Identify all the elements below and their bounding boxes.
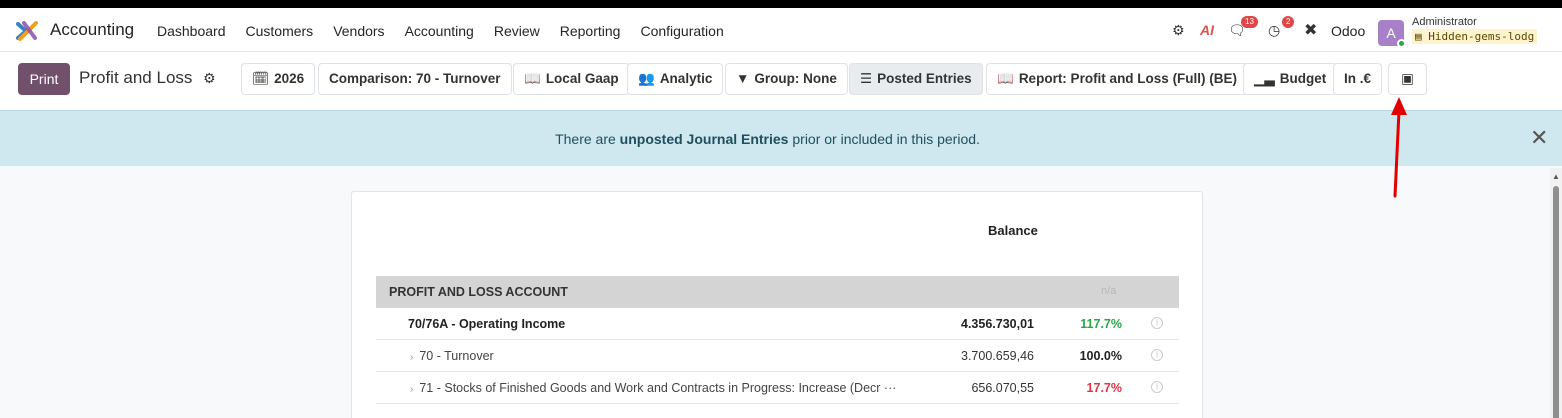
line-balance[interactable]: 656.070,55	[971, 381, 1034, 395]
currency-label: In .€	[1344, 71, 1372, 86]
ai-icon[interactable]: AI	[1200, 22, 1214, 38]
section-header-row[interactable]: PROFIT AND LOSS ACCOUNT n/a	[376, 276, 1179, 308]
screen-view-button[interactable]: ▣	[1388, 63, 1427, 95]
app-name[interactable]: Accounting	[50, 20, 134, 40]
date-filter-label: 2026	[274, 71, 305, 86]
budget-label: Budget	[1279, 71, 1327, 86]
expand-caret-icon[interactable]: ›	[410, 352, 413, 363]
alert-suffix: prior or included in this period.	[788, 131, 980, 147]
app-window: Accounting Dashboard Customers Vendors A…	[0, 8, 1562, 418]
line-name: 71 - Stocks of Finished Goods and Work a…	[419, 381, 897, 395]
line-percentage: 117.7%	[1080, 317, 1122, 331]
line-name: 70 - Turnover	[419, 349, 494, 363]
section-label: PROFIT AND LOSS ACCOUNT	[389, 285, 568, 299]
bar-chart-icon: ▁▃	[1254, 71, 1275, 86]
users-icon: 👥	[638, 71, 655, 86]
info-icon[interactable]: i	[1151, 381, 1163, 393]
company-switcher[interactable]: Odoo	[1331, 23, 1365, 39]
sliders-icon: ☰	[860, 71, 873, 86]
balance-column-header: Balance	[988, 223, 1038, 238]
scroll-up-arrow-icon[interactable]: ▲	[1552, 172, 1560, 181]
line-name-wrap: › 70 - Turnover	[410, 349, 494, 363]
line-percentage: 17.7%	[1086, 381, 1122, 395]
main-menu: Dashboard Customers Vendors Accounting R…	[157, 23, 744, 39]
page-title: Profit and Loss	[79, 68, 193, 87]
report-variant-label: Report: Profit and Loss (Full) (BE)	[1018, 71, 1238, 86]
unposted-entries-link[interactable]: unposted Journal Entries	[620, 131, 789, 147]
activities-clock-icon[interactable]: ◷	[1268, 22, 1280, 39]
line-balance[interactable]: 4.356.730,01	[961, 317, 1034, 331]
menu-item-review[interactable]: Review	[494, 23, 540, 39]
report-line[interactable]: › 71 - Stocks of Finished Goods and Work …	[376, 372, 1179, 404]
report-line-partial	[376, 404, 1179, 418]
menu-item-customers[interactable]: Customers	[246, 23, 314, 39]
control-panel: Print Profit and Loss ⚙ 🗓 2026 Comparison…	[0, 52, 1562, 110]
posted-entries-filter-button[interactable]: ☰ Posted Entries	[849, 63, 983, 95]
line-name-wrap: › 71 - Stocks of Finished Goods and Work …	[410, 381, 920, 395]
menu-item-accounting[interactable]: Accounting	[405, 23, 474, 39]
page-scrollbar[interactable]: ▲	[1550, 168, 1562, 418]
budget-button[interactable]: ▁▃ Budget	[1243, 63, 1338, 95]
expand-caret-icon[interactable]: ›	[410, 384, 413, 395]
analytic-filter-button[interactable]: 👥 Analytic	[627, 63, 724, 95]
scroll-thumb[interactable]	[1553, 186, 1559, 418]
activities-badge: 2	[1282, 16, 1295, 28]
info-icon[interactable]: i	[1151, 317, 1163, 329]
info-icon[interactable]: i	[1151, 349, 1163, 361]
funnel-icon: ▼	[736, 71, 750, 86]
online-status-dot	[1397, 39, 1406, 48]
database-name: ▤ Hidden-gems-lodg	[1412, 29, 1538, 44]
close-icon[interactable]: ✕	[1530, 125, 1548, 151]
top-navbar: Accounting Dashboard Customers Vendors A…	[0, 8, 1562, 52]
group-filter-label: Group: None	[754, 71, 837, 86]
line-name: 70/76A - Operating Income	[408, 317, 566, 331]
section-na: n/a	[1101, 285, 1117, 297]
menu-item-reporting[interactable]: Reporting	[560, 23, 621, 39]
line-percentage: 100.0%	[1079, 349, 1122, 363]
report-line[interactable]: › 70 - Turnover 3.700.659,46 100.0% i	[376, 340, 1179, 372]
book-icon: 📖	[997, 71, 1014, 86]
report-variant-button[interactable]: 📖 Report: Profit and Loss (Full) (BE)	[986, 63, 1249, 95]
accounting-app-icon[interactable]	[16, 20, 38, 42]
book-icon: 📖	[524, 71, 541, 86]
messages-badge: 13	[1241, 16, 1258, 28]
avatar-letter: A	[1386, 25, 1396, 41]
calendar-icon: 🗓	[252, 71, 270, 86]
report-sheet: Balance PROFIT AND LOSS ACCOUNT n/a 70/7…	[351, 191, 1203, 418]
screen-icon: ▣	[1401, 71, 1414, 86]
print-button[interactable]: Print	[18, 63, 70, 95]
tools-icon[interactable]: ✖	[1304, 20, 1317, 40]
user-avatar[interactable]: A	[1378, 20, 1406, 48]
annotation-arrow-icon	[1391, 97, 1407, 198]
unposted-entries-alert: There are unposted Journal Entries prior…	[0, 110, 1562, 166]
user-name[interactable]: Administrator	[1412, 16, 1477, 28]
analytic-filter-label: Analytic	[659, 71, 713, 86]
line-balance[interactable]: 3.700.659,46	[961, 349, 1034, 363]
menu-item-dashboard[interactable]: Dashboard	[157, 23, 226, 39]
alert-message: There are unposted Journal Entries prior…	[0, 131, 1535, 147]
currency-button[interactable]: In .€	[1333, 63, 1383, 95]
report-line[interactable]: 70/76A - Operating Income 4.356.730,01 1…	[376, 308, 1179, 340]
posted-entries-label: Posted Entries	[877, 71, 972, 86]
menu-item-configuration[interactable]: Configuration	[640, 23, 723, 39]
menu-item-vendors[interactable]: Vendors	[333, 23, 384, 39]
comparison-filter-label: Comparison: 70 - Turnover	[329, 71, 501, 86]
database-name-text: Hidden-gems-lodg	[1428, 30, 1535, 43]
comparison-filter-button[interactable]: Comparison: 70 - Turnover	[318, 63, 512, 95]
gear-icon[interactable]: ⚙	[203, 70, 216, 87]
group-filter-button[interactable]: ▼ Group: None	[725, 63, 848, 95]
journal-filter-button[interactable]: 📖 Local Gaap	[513, 63, 630, 95]
date-filter-button[interactable]: 🗓 2026	[241, 63, 316, 95]
alert-prefix: There are	[555, 131, 620, 147]
journal-filter-label: Local Gaap	[545, 71, 619, 86]
debug-bug-icon[interactable]: ⚙	[1172, 22, 1185, 39]
